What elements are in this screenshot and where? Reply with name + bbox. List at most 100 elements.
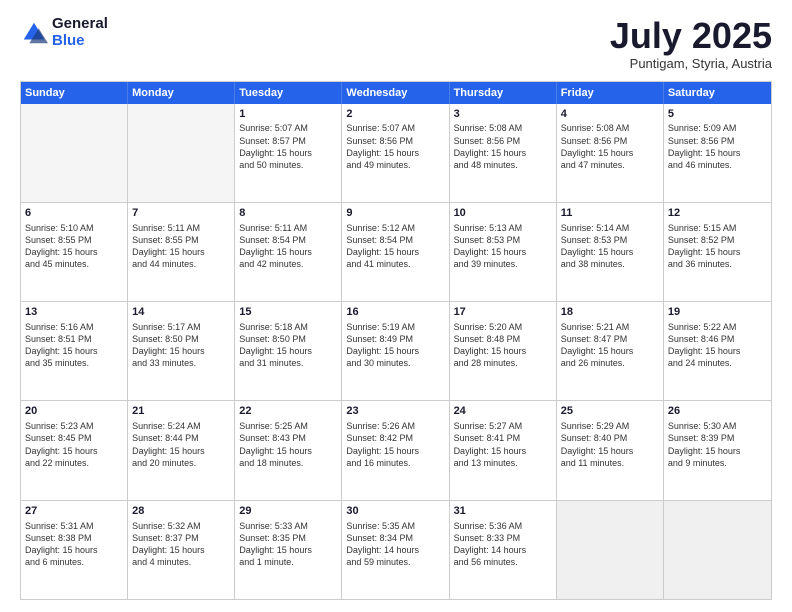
day-number: 3 (454, 107, 552, 122)
calendar-cell: 27Sunrise: 5:31 AM Sunset: 8:38 PM Dayli… (21, 501, 128, 599)
calendar-row: 27Sunrise: 5:31 AM Sunset: 8:38 PM Dayli… (21, 501, 771, 599)
calendar-cell: 30Sunrise: 5:35 AM Sunset: 8:34 PM Dayli… (342, 501, 449, 599)
cell-details: Sunrise: 5:17 AM Sunset: 8:50 PM Dayligh… (132, 321, 230, 370)
calendar-cell: 4Sunrise: 5:08 AM Sunset: 8:56 PM Daylig… (557, 104, 664, 202)
day-number: 31 (454, 504, 552, 519)
day-number: 14 (132, 305, 230, 320)
calendar-cell: 7Sunrise: 5:11 AM Sunset: 8:55 PM Daylig… (128, 203, 235, 301)
calendar-cell (21, 104, 128, 202)
cell-details: Sunrise: 5:21 AM Sunset: 8:47 PM Dayligh… (561, 321, 659, 370)
cell-details: Sunrise: 5:32 AM Sunset: 8:37 PM Dayligh… (132, 520, 230, 569)
title-block: July 2025 Puntigam, Styria, Austria (610, 16, 772, 71)
calendar-cell (128, 104, 235, 202)
calendar-cell: 1Sunrise: 5:07 AM Sunset: 8:57 PM Daylig… (235, 104, 342, 202)
cell-details: Sunrise: 5:36 AM Sunset: 8:33 PM Dayligh… (454, 520, 552, 569)
header-day-monday: Monday (128, 82, 235, 104)
day-number: 20 (25, 404, 123, 419)
calendar-cell: 24Sunrise: 5:27 AM Sunset: 8:41 PM Dayli… (450, 401, 557, 499)
header-day-saturday: Saturday (664, 82, 771, 104)
day-number: 5 (668, 107, 767, 122)
day-number: 13 (25, 305, 123, 320)
cell-details: Sunrise: 5:20 AM Sunset: 8:48 PM Dayligh… (454, 321, 552, 370)
cell-details: Sunrise: 5:07 AM Sunset: 8:56 PM Dayligh… (346, 122, 444, 171)
calendar-cell: 12Sunrise: 5:15 AM Sunset: 8:52 PM Dayli… (664, 203, 771, 301)
cell-details: Sunrise: 5:14 AM Sunset: 8:53 PM Dayligh… (561, 222, 659, 271)
logo-text: General Blue (52, 16, 108, 49)
calendar-cell: 29Sunrise: 5:33 AM Sunset: 8:35 PM Dayli… (235, 501, 342, 599)
cell-details: Sunrise: 5:15 AM Sunset: 8:52 PM Dayligh… (668, 222, 767, 271)
month-title: July 2025 (610, 16, 772, 56)
cell-details: Sunrise: 5:23 AM Sunset: 8:45 PM Dayligh… (25, 420, 123, 469)
day-number: 11 (561, 206, 659, 221)
calendar-cell: 11Sunrise: 5:14 AM Sunset: 8:53 PM Dayli… (557, 203, 664, 301)
cell-details: Sunrise: 5:26 AM Sunset: 8:42 PM Dayligh… (346, 420, 444, 469)
logo: General Blue (20, 16, 108, 49)
calendar-cell (557, 501, 664, 599)
cell-details: Sunrise: 5:31 AM Sunset: 8:38 PM Dayligh… (25, 520, 123, 569)
cell-details: Sunrise: 5:22 AM Sunset: 8:46 PM Dayligh… (668, 321, 767, 370)
page: General Blue July 2025 Puntigam, Styria,… (0, 0, 792, 612)
day-number: 26 (668, 404, 767, 419)
day-number: 24 (454, 404, 552, 419)
calendar-body: 1Sunrise: 5:07 AM Sunset: 8:57 PM Daylig… (21, 104, 771, 599)
cell-details: Sunrise: 5:19 AM Sunset: 8:49 PM Dayligh… (346, 321, 444, 370)
day-number: 4 (561, 107, 659, 122)
calendar-cell: 16Sunrise: 5:19 AM Sunset: 8:49 PM Dayli… (342, 302, 449, 400)
cell-details: Sunrise: 5:33 AM Sunset: 8:35 PM Dayligh… (239, 520, 337, 569)
subtitle: Puntigam, Styria, Austria (610, 56, 772, 71)
day-number: 17 (454, 305, 552, 320)
calendar-cell: 19Sunrise: 5:22 AM Sunset: 8:46 PM Dayli… (664, 302, 771, 400)
calendar-cell: 5Sunrise: 5:09 AM Sunset: 8:56 PM Daylig… (664, 104, 771, 202)
calendar-cell: 22Sunrise: 5:25 AM Sunset: 8:43 PM Dayli… (235, 401, 342, 499)
calendar-cell: 20Sunrise: 5:23 AM Sunset: 8:45 PM Dayli… (21, 401, 128, 499)
calendar-cell: 18Sunrise: 5:21 AM Sunset: 8:47 PM Dayli… (557, 302, 664, 400)
cell-details: Sunrise: 5:18 AM Sunset: 8:50 PM Dayligh… (239, 321, 337, 370)
day-number: 18 (561, 305, 659, 320)
day-number: 27 (25, 504, 123, 519)
day-number: 30 (346, 504, 444, 519)
header-day-friday: Friday (557, 82, 664, 104)
calendar-row: 20Sunrise: 5:23 AM Sunset: 8:45 PM Dayli… (21, 401, 771, 500)
header-day-sunday: Sunday (21, 82, 128, 104)
day-number: 10 (454, 206, 552, 221)
day-number: 19 (668, 305, 767, 320)
cell-details: Sunrise: 5:16 AM Sunset: 8:51 PM Dayligh… (25, 321, 123, 370)
day-number: 23 (346, 404, 444, 419)
calendar-header: SundayMondayTuesdayWednesdayThursdayFrid… (21, 82, 771, 104)
cell-details: Sunrise: 5:27 AM Sunset: 8:41 PM Dayligh… (454, 420, 552, 469)
day-number: 22 (239, 404, 337, 419)
day-number: 16 (346, 305, 444, 320)
cell-details: Sunrise: 5:13 AM Sunset: 8:53 PM Dayligh… (454, 222, 552, 271)
calendar-cell: 9Sunrise: 5:12 AM Sunset: 8:54 PM Daylig… (342, 203, 449, 301)
day-number: 28 (132, 504, 230, 519)
cell-details: Sunrise: 5:10 AM Sunset: 8:55 PM Dayligh… (25, 222, 123, 271)
calendar-cell: 25Sunrise: 5:29 AM Sunset: 8:40 PM Dayli… (557, 401, 664, 499)
calendar-cell: 10Sunrise: 5:13 AM Sunset: 8:53 PM Dayli… (450, 203, 557, 301)
calendar-row: 13Sunrise: 5:16 AM Sunset: 8:51 PM Dayli… (21, 302, 771, 401)
cell-details: Sunrise: 5:09 AM Sunset: 8:56 PM Dayligh… (668, 122, 767, 171)
day-number: 2 (346, 107, 444, 122)
day-number: 9 (346, 206, 444, 221)
header: General Blue July 2025 Puntigam, Styria,… (20, 16, 772, 71)
cell-details: Sunrise: 5:29 AM Sunset: 8:40 PM Dayligh… (561, 420, 659, 469)
calendar-cell: 23Sunrise: 5:26 AM Sunset: 8:42 PM Dayli… (342, 401, 449, 499)
cell-details: Sunrise: 5:30 AM Sunset: 8:39 PM Dayligh… (668, 420, 767, 469)
logo-icon (20, 19, 48, 47)
calendar-cell: 13Sunrise: 5:16 AM Sunset: 8:51 PM Dayli… (21, 302, 128, 400)
cell-details: Sunrise: 5:35 AM Sunset: 8:34 PM Dayligh… (346, 520, 444, 569)
day-number: 21 (132, 404, 230, 419)
calendar-cell: 28Sunrise: 5:32 AM Sunset: 8:37 PM Dayli… (128, 501, 235, 599)
calendar-cell: 3Sunrise: 5:08 AM Sunset: 8:56 PM Daylig… (450, 104, 557, 202)
logo-blue: Blue (52, 33, 108, 50)
day-number: 15 (239, 305, 337, 320)
calendar-cell: 21Sunrise: 5:24 AM Sunset: 8:44 PM Dayli… (128, 401, 235, 499)
calendar-cell: 2Sunrise: 5:07 AM Sunset: 8:56 PM Daylig… (342, 104, 449, 202)
calendar-row: 1Sunrise: 5:07 AM Sunset: 8:57 PM Daylig… (21, 104, 771, 203)
day-number: 12 (668, 206, 767, 221)
logo-general: General (52, 16, 108, 33)
calendar-cell (664, 501, 771, 599)
header-day-thursday: Thursday (450, 82, 557, 104)
day-number: 1 (239, 107, 337, 122)
calendar-cell: 15Sunrise: 5:18 AM Sunset: 8:50 PM Dayli… (235, 302, 342, 400)
calendar-cell: 26Sunrise: 5:30 AM Sunset: 8:39 PM Dayli… (664, 401, 771, 499)
